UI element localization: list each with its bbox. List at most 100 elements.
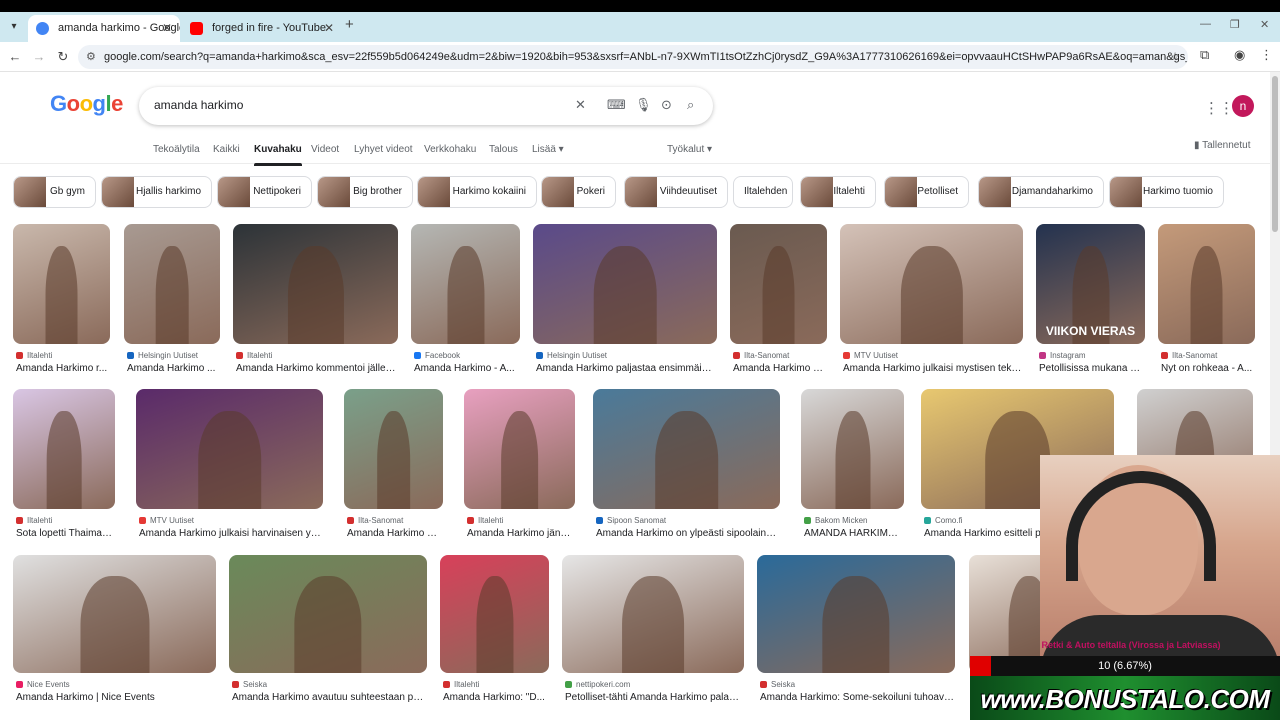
keyboard-icon[interactable]: ⌨ [607, 97, 626, 113]
image-result[interactable]: Iltalehti Amanda Harkimo r... [13, 224, 110, 374]
account-avatar[interactable]: n [1232, 95, 1254, 117]
image-result[interactable]: Ilta-Sanomat Amanda Harkimo k... [730, 224, 827, 374]
maximize-icon[interactable]: ❐ [1230, 18, 1240, 31]
result-thumbnail[interactable] [801, 389, 904, 509]
result-thumbnail[interactable] [1158, 224, 1255, 344]
related-chip[interactable]: Hjallis harkimo [101, 176, 212, 208]
image-result[interactable]: Seiska Amanda Harkimo: Some-sekoiluni tuh… [757, 555, 955, 703]
result-thumbnail[interactable] [730, 224, 827, 344]
related-chip[interactable]: Iltalehti [800, 176, 876, 208]
forward-icon[interactable]: → [30, 48, 48, 66]
back-icon[interactable]: ← [6, 48, 24, 66]
result-title[interactable]: Amanda Harkimo ker... [347, 528, 442, 539]
result-source[interactable]: Helsingin Uutiset [127, 351, 198, 360]
result-thumbnail[interactable] [13, 224, 110, 344]
image-result[interactable]: Ilta-Sanomat Nyt on rohkeaa - A... [1158, 224, 1255, 374]
result-thumbnail[interactable] [344, 389, 443, 509]
result-title[interactable]: Amanda Harkimo jännit... [467, 528, 574, 539]
image-result[interactable]: VIIKON VIERAS Instagram Petollisissa mukan… [1036, 224, 1145, 374]
result-source[interactable]: MTV Uutiset [843, 351, 898, 360]
tab-google[interactable]: amanda harkimo - Google-haku ✕ [28, 15, 180, 42]
result-source[interactable]: Seiska [760, 680, 795, 689]
result-title[interactable]: Amanda Harkimo avautuu suhteestaan pa... [232, 692, 426, 703]
filter-videos[interactable]: Videot [311, 144, 339, 155]
result-title[interactable]: AMANDA HARKIMO ... [804, 528, 903, 539]
browser-menu-icon[interactable]: ⋮ [1260, 47, 1273, 63]
image-result[interactable]: Iltalehti Sota lopetti Thaimaa... [13, 389, 115, 539]
filter-short-videos[interactable]: Lyhyet videot [354, 144, 413, 155]
scrollbar-thumb[interactable] [1272, 76, 1278, 232]
close-tab-icon[interactable]: ✕ [162, 15, 172, 42]
image-result[interactable]: Helsingin Uutiset Amanda Harkimo paljasta… [533, 224, 717, 374]
result-thumbnail[interactable] [124, 224, 220, 344]
related-chip[interactable]: Big brother [317, 176, 413, 208]
profile-icon[interactable]: ◉ [1234, 47, 1245, 63]
lens-icon[interactable]: ⊙ [661, 97, 672, 113]
result-thumbnail[interactable] [562, 555, 744, 673]
result-source[interactable]: Iltalehti [467, 516, 503, 525]
image-result[interactable]: MTV Uutiset Amanda Harkimo julkaisi mysti… [840, 224, 1023, 374]
result-title[interactable]: Amanda Harkimo julkaisi harvinaisen yhte… [139, 528, 322, 539]
result-title[interactable]: Sota lopetti Thaimaa... [16, 528, 114, 539]
google-logo[interactable]: Google [50, 91, 123, 117]
image-result[interactable]: Sipoon Sanomat Amanda Harkimo on ylpeästi… [593, 389, 780, 539]
google-apps-icon[interactable]: ⋮⋮ [1204, 99, 1234, 117]
tab-youtube[interactable]: forged in fire - YouTube ✕ [182, 15, 342, 42]
related-chip[interactable]: Harkimo kokaiini [417, 176, 537, 208]
related-chip[interactable]: Iltalehden [733, 176, 793, 208]
result-title[interactable]: Amanda Harkimo: Some-sekoiluni tuhoava..… [760, 692, 954, 703]
result-title[interactable]: Amanda Harkimo on ylpeästi sipoolainen |… [596, 528, 779, 539]
result-title[interactable]: Nyt on rohkeaa - A... [1161, 363, 1254, 374]
result-title[interactable]: Amanda Harkimo | Nice Events [16, 692, 215, 703]
related-chip[interactable]: Djamandaharkimo [978, 176, 1104, 208]
result-source[interactable]: Iltalehti [443, 680, 479, 689]
result-thumbnail[interactable] [464, 389, 575, 509]
bookmark-star-icon[interactable]: ☆ [1170, 45, 1180, 69]
result-title[interactable]: Amanda Harkimo - A... [414, 363, 519, 374]
image-result[interactable]: Facebook Amanda Harkimo - A... [411, 224, 520, 374]
extensions-icon[interactable]: ⧉ [1200, 47, 1209, 63]
result-source[interactable]: Ilta-Sanomat [1161, 351, 1217, 360]
site-info-icon[interactable]: ⚙ [86, 45, 96, 69]
result-source[interactable]: Como.fi [924, 516, 963, 525]
result-thumbnail[interactable] [440, 555, 549, 673]
result-thumbnail[interactable] [533, 224, 717, 344]
image-result[interactable]: MTV Uutiset Amanda Harkimo julkaisi harvi… [136, 389, 323, 539]
image-result[interactable]: Seiska Amanda Harkimo avautuu suhteestaan… [229, 555, 427, 703]
result-source[interactable]: nettipokeri.com [565, 680, 630, 689]
tools-button[interactable]: Työkalut ▾ [667, 144, 712, 155]
result-thumbnail[interactable] [136, 389, 323, 509]
image-result[interactable]: Helsingin Uutiset Amanda Harkimo ... [124, 224, 220, 374]
search-query[interactable]: amanda harkimo [154, 98, 243, 112]
related-chip[interactable]: Petolliset [884, 176, 969, 208]
result-title[interactable]: Amanda Harkimo julkaisi mystisen teks... [843, 363, 1022, 374]
new-tab-button[interactable]: + [345, 16, 354, 33]
related-chip[interactable]: Viihdeuutiset [624, 176, 728, 208]
result-source[interactable]: Facebook [414, 351, 460, 360]
result-thumbnail[interactable] [13, 389, 115, 509]
filter-more[interactable]: Lisää ▾ [532, 144, 564, 155]
image-result[interactable]: Bakom Micken AMANDA HARKIMO ... [801, 389, 904, 539]
filter-images[interactable]: Kuvahaku [254, 144, 302, 166]
image-result[interactable]: Iltalehti Amanda Harkimo: "D... [440, 555, 549, 703]
url-input[interactable]: ⚙ google.com/search?q=amanda+harkimo&sca… [78, 45, 1188, 69]
result-title[interactable]: Amanda Harkimo kommentoi jällee... [236, 363, 397, 374]
image-result[interactable]: Iltalehti Amanda Harkimo jännit... [464, 389, 575, 539]
result-title[interactable]: Amanda Harkimo ... [127, 363, 219, 374]
result-title[interactable]: Petollisissa mukana o... [1039, 363, 1144, 374]
microphone-icon[interactable]: 🎙 [635, 97, 652, 113]
result-source[interactable]: Helsingin Uutiset [536, 351, 607, 360]
reload-icon[interactable]: ↻ [54, 48, 72, 66]
result-thumbnail[interactable]: VIIKON VIERAS [1036, 224, 1145, 344]
result-thumbnail[interactable] [593, 389, 780, 509]
filter-all[interactable]: Kaikki [213, 144, 240, 155]
result-title[interactable]: Amanda Harkimo paljastaa ensimmäist... [536, 363, 716, 374]
result-thumbnail[interactable] [757, 555, 955, 673]
clear-icon[interactable]: ✕ [575, 97, 586, 113]
related-chip[interactable]: Gb gym [13, 176, 96, 208]
related-chip[interactable]: Harkimo tuomio [1109, 176, 1224, 208]
close-tab-icon[interactable]: ✕ [324, 15, 334, 42]
result-source[interactable]: Instagram [1039, 351, 1086, 360]
tab-search-icon[interactable]: ▾ [6, 19, 22, 35]
result-title[interactable]: Amanda Harkimo k... [733, 363, 826, 374]
